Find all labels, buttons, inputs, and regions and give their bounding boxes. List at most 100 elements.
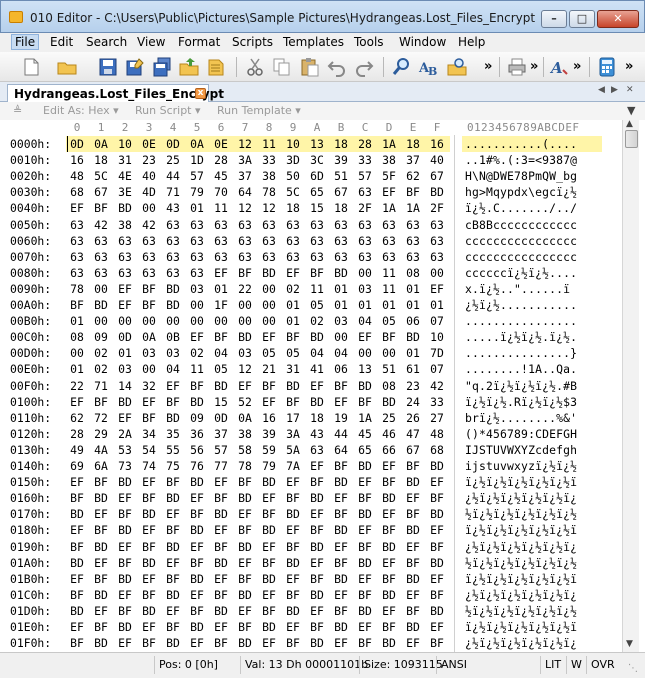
hex-byte[interactable]: 59 — [258, 443, 280, 457]
hex-byte[interactable]: 12 — [234, 362, 256, 376]
hex-row[interactable]: 01B0h: EF BF BD EF BF BD EF BF BD EF BF BD EF BF BD EF ï¿… — [0, 571, 622, 587]
ascii-text[interactable]: ................ — [465, 314, 577, 328]
hex-byte[interactable]: BF — [306, 620, 328, 634]
hex-byte[interactable]: EF — [378, 604, 400, 618]
hex-byte[interactable]: 63 — [234, 250, 256, 264]
hex-byte[interactable]: 10 — [426, 330, 448, 344]
hex-byte[interactable]: BD — [306, 588, 328, 602]
hex-byte[interactable]: BD — [114, 620, 136, 634]
hex-byte[interactable]: 50 — [282, 169, 304, 183]
hex-byte[interactable]: 27 — [426, 411, 448, 425]
hex-byte[interactable]: 18 — [402, 137, 424, 151]
hex-byte[interactable]: 78 — [258, 185, 280, 199]
hex-byte[interactable]: EF — [426, 282, 448, 296]
hex-byte[interactable]: 55 — [162, 443, 184, 457]
hex-byte[interactable]: 16 — [66, 153, 88, 167]
hex-byte[interactable]: BD — [162, 636, 184, 650]
hex-byte[interactable]: BF — [378, 572, 400, 586]
hex-byte[interactable]: 18 — [282, 201, 304, 215]
hex-byte[interactable]: 79 — [186, 185, 208, 199]
menu-window[interactable]: Window — [396, 35, 449, 49]
hex-byte[interactable]: 71 — [90, 379, 112, 393]
ascii-text[interactable]: ¿½ï¿½........... — [465, 298, 577, 312]
hex-row[interactable]: 01F0h: BF BD EF BF BD EF BF BD EF BF BD EF BF BD EF BF ¿½… — [0, 635, 622, 651]
hex-byte[interactable]: EF — [258, 395, 280, 409]
replace-icon[interactable]: AB — [418, 56, 440, 78]
hex-byte[interactable]: EF — [234, 556, 256, 570]
hex-byte[interactable]: 31 — [282, 362, 304, 376]
hex-byte[interactable]: 65 — [306, 185, 328, 199]
hex-byte[interactable]: EF — [234, 507, 256, 521]
ascii-text[interactable]: ¿½ï¿½ï¿½ï¿½ï¿½ï¿ — [465, 491, 577, 505]
hex-byte[interactable]: 36 — [186, 427, 208, 441]
hex-byte[interactable]: 57 — [186, 169, 208, 183]
hex-byte[interactable]: 67 — [426, 169, 448, 183]
hex-byte[interactable]: 22 — [234, 282, 256, 296]
hex-byte[interactable]: BD — [330, 266, 352, 280]
hex-byte[interactable]: EF — [402, 636, 424, 650]
ascii-text[interactable]: x.ï¿½.."......ï — [465, 282, 570, 296]
hex-byte[interactable]: 02 — [282, 282, 304, 296]
hex-byte[interactable]: EF — [258, 636, 280, 650]
hex-byte[interactable]: BF — [282, 491, 304, 505]
hex-byte[interactable]: 18 — [330, 137, 352, 151]
hex-byte[interactable]: EF — [90, 604, 112, 618]
vertical-scrollbar[interactable]: ▲ ▼ — [622, 119, 639, 652]
hex-byte[interactable]: 63 — [162, 234, 184, 248]
hex-byte[interactable]: 37 — [402, 153, 424, 167]
hex-row[interactable]: 0150h: EF BF BD EF BF BD EF BF BD EF BF BD EF BF BD EF ï¿… — [0, 474, 622, 490]
status-encoding[interactable]: ANSI — [436, 656, 471, 674]
hex-byte[interactable]: 1F — [210, 298, 232, 312]
hex-byte[interactable]: 63 — [186, 266, 208, 280]
hex-byte[interactable]: EF — [378, 185, 400, 199]
hex-byte[interactable]: 25 — [162, 153, 184, 167]
hex-byte[interactable]: 40 — [138, 169, 160, 183]
hex-byte[interactable]: BD — [186, 572, 208, 586]
hex-byte[interactable]: 3A — [234, 153, 256, 167]
scrollbar-thumb[interactable] — [625, 130, 638, 148]
hex-byte[interactable]: BD — [258, 266, 280, 280]
hex-byte[interactable]: BF — [162, 475, 184, 489]
hex-byte[interactable]: 63 — [90, 234, 112, 248]
hex-byte[interactable]: EF — [90, 507, 112, 521]
hex-byte[interactable]: BF — [234, 523, 256, 537]
hex-byte[interactable]: 45 — [354, 427, 376, 441]
hex-byte[interactable]: 63 — [330, 250, 352, 264]
hex-byte[interactable]: BD — [186, 475, 208, 489]
hex-byte[interactable]: BD — [378, 636, 400, 650]
ascii-text[interactable]: ...............} — [465, 346, 577, 360]
hex-byte[interactable]: 56 — [186, 443, 208, 457]
menu-format[interactable]: Format — [175, 35, 223, 49]
find-icon[interactable] — [391, 56, 413, 78]
hex-byte[interactable]: 58 — [234, 443, 256, 457]
hex-row[interactable]: 0020h: 48 5C 4E 40 44 57 45 37 38 50 6D 51 57 5F 62 67 H\… — [0, 168, 622, 184]
hex-byte[interactable]: 76 — [186, 459, 208, 473]
hex-byte[interactable]: 63 — [186, 250, 208, 264]
hex-byte[interactable]: BF — [330, 507, 352, 521]
hex-byte[interactable]: BD — [114, 475, 136, 489]
hex-byte[interactable]: 00 — [258, 298, 280, 312]
hex-byte[interactable]: EF — [138, 620, 160, 634]
run-template-dropdown[interactable]: Run Template ▾ — [217, 104, 301, 117]
hex-byte[interactable]: 04 — [330, 346, 352, 360]
hex-byte[interactable]: BD — [186, 523, 208, 537]
hex-byte[interactable]: BD — [66, 604, 88, 618]
hex-byte[interactable]: 62 — [66, 411, 88, 425]
hex-byte[interactable]: BD — [378, 395, 400, 409]
hex-byte[interactable]: BD — [402, 523, 424, 537]
hex-byte[interactable]: 33 — [354, 153, 376, 167]
hex-byte[interactable]: BD — [162, 588, 184, 602]
hex-byte[interactable]: BD — [234, 330, 256, 344]
hex-byte[interactable]: 05 — [306, 298, 328, 312]
ascii-text[interactable]: ½ï¿½ï¿½ï¿½ï¿½ï¿½ — [465, 556, 577, 570]
hex-byte[interactable]: BD — [114, 395, 136, 409]
hex-byte[interactable]: 3C — [306, 153, 328, 167]
hex-byte[interactable]: BF — [90, 620, 112, 634]
hex-byte[interactable]: 62 — [402, 169, 424, 183]
hex-byte[interactable]: EF — [186, 588, 208, 602]
hex-byte[interactable]: BF — [330, 604, 352, 618]
hex-byte[interactable]: BD — [354, 556, 376, 570]
hex-byte[interactable]: BF — [162, 572, 184, 586]
hex-byte[interactable]: 21 — [258, 362, 280, 376]
hex-row[interactable]: 0080h: 63 63 63 63 63 63 EF BF BD EF BF BD 00 11 08 00 cc… — [0, 265, 622, 281]
